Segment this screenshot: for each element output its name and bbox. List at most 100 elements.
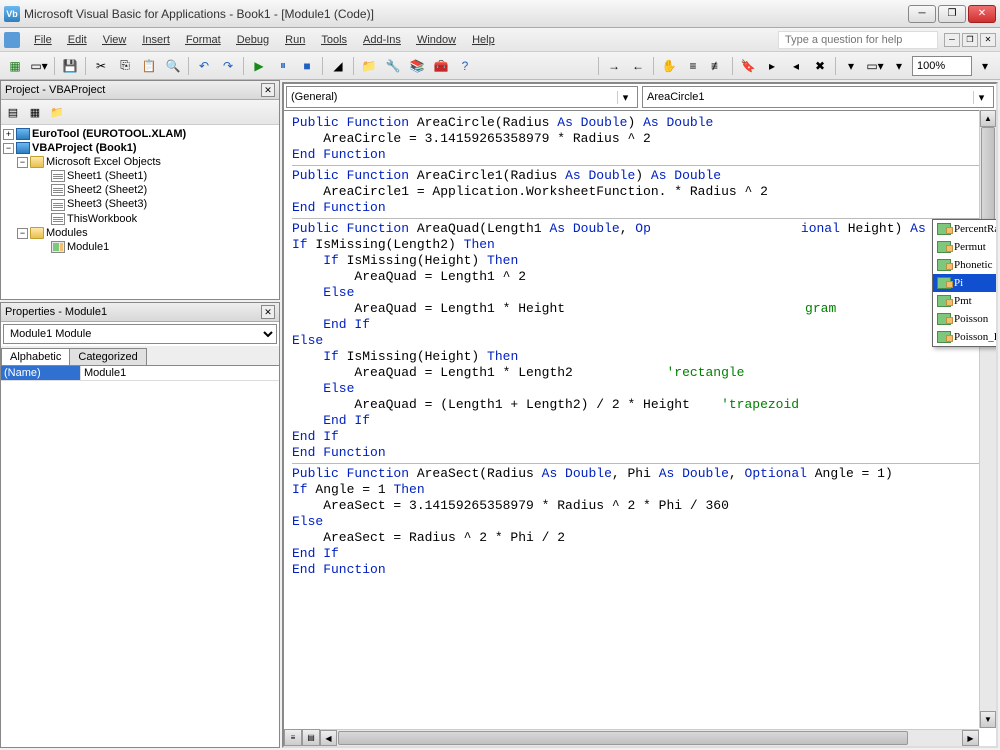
tree-node-sheet1[interactable]: Sheet1 (Sheet1) [3,169,277,183]
minimize-button[interactable]: ─ [908,5,936,23]
menu-debug[interactable]: Debug [229,32,277,48]
tree-node-modules[interactable]: −Modules [3,226,277,240]
scroll-up-button[interactable]: ▲ [980,110,996,127]
tb-extra1-button[interactable]: ▾ [840,55,862,77]
cut-button[interactable]: ✂ [90,55,112,77]
indent-button[interactable]: → [603,55,625,77]
intellisense-item[interactable]: Poisson [933,310,996,328]
toolbox-button[interactable]: 🧰 [430,55,452,77]
design-mode-button[interactable]: ◢ [327,55,349,77]
scroll-left-button[interactable]: ◀ [320,730,337,746]
next-bookmark-button[interactable]: ▸ [761,55,783,77]
bookmark-button[interactable]: 🔖 [737,55,759,77]
procedure-view-button[interactable]: ≡ [284,729,302,746]
menu-view[interactable]: View [95,32,135,48]
scroll-right-button[interactable]: ▶ [962,730,979,746]
intellisense-item[interactable]: Phonetic [933,256,996,274]
play-icon: ▶ [254,59,263,73]
scroll-thumb[interactable] [981,127,995,227]
zoom-combo[interactable] [912,56,972,76]
tree-node-sheet2[interactable]: Sheet2 (Sheet2) [3,183,277,197]
view-object-button[interactable]: ▦ [25,102,45,122]
intellisense-item-selected[interactable]: Pi [933,274,996,292]
menu-window[interactable]: Window [409,32,464,48]
run-button[interactable]: ▶ [248,55,270,77]
maximize-button[interactable]: ❐ [938,5,966,23]
toggle-folders-button[interactable]: 📁 [47,102,67,122]
object-browser-button[interactable]: 📚 [406,55,428,77]
menu-file[interactable]: File [26,32,60,48]
tree-node-excel-objects[interactable]: −Microsoft Excel Objects [3,155,277,169]
mdi-close-button[interactable]: ✕ [980,33,996,47]
save-button[interactable]: 💾 [59,55,81,77]
intellisense-item[interactable]: Permut [933,238,996,256]
browser-icon: 📚 [410,59,425,73]
horizontal-scrollbar[interactable]: ◀ ▶ [320,729,979,746]
tree-node-eurotool[interactable]: +EuroTool (EUROTOOL.XLAM) [3,127,277,141]
full-module-view-button[interactable]: ▤ [302,729,320,746]
help-search-input[interactable] [778,31,938,49]
project-explorer-button[interactable]: 📁 [358,55,380,77]
redo-button[interactable]: ↷ [217,55,239,77]
undo-button[interactable]: ↶ [193,55,215,77]
procedure-dropdown[interactable]: AreaCircle1▾ [642,86,994,108]
breakpoint-button[interactable]: ✋ [658,55,680,77]
prev-bookmark-button[interactable]: ◂ [785,55,807,77]
vertical-scrollbar[interactable]: ▲ ▼ [979,110,996,728]
menu-insert[interactable]: Insert [134,32,178,48]
project-panel-close-button[interactable]: ✕ [261,83,275,97]
method-icon [937,295,951,307]
intellisense-item[interactable]: PercentRank_Inc [933,220,996,238]
tab-categorized[interactable]: Categorized [69,348,146,365]
properties-button[interactable]: 🔧 [382,55,404,77]
reset-button[interactable]: ■ [296,55,318,77]
clear-bookmarks-button[interactable]: ✖ [809,55,831,77]
intellisense-popup[interactable]: PercentRank_Inc Permut Phonetic Pi Pmt P… [932,219,996,347]
tree-node-module1[interactable]: Module1 [3,240,277,254]
find-button[interactable]: 🔍 [162,55,184,77]
properties-panel-title: Properties - Module1 [5,306,261,318]
mdi-restore-button[interactable]: ❐ [962,33,978,47]
menubar: File Edit View Insert Format Debug Run T… [0,28,1000,52]
comment-button[interactable]: ≡ [682,55,704,77]
tb-extra3-button[interactable]: ▾ [888,55,910,77]
mdi-minimize-button[interactable]: ─ [944,33,960,47]
tb-extra2-button[interactable]: ▭▾ [864,55,886,77]
menu-addins[interactable]: Add-Ins [355,32,409,48]
menu-tools[interactable]: Tools [313,32,355,48]
intellisense-item[interactable]: Pmt [933,292,996,310]
insert-dropdown-button[interactable]: ▭▾ [28,55,50,77]
view-excel-button[interactable]: ▦ [4,55,26,77]
excel-icon: ▦ [9,59,20,73]
intellisense-item[interactable]: Poisson_Dist [933,328,996,346]
help-button[interactable]: ? [454,55,476,77]
tree-node-thisworkbook[interactable]: ThisWorkbook [3,212,277,226]
menu-format[interactable]: Format [178,32,229,48]
scroll-thumb[interactable] [338,731,908,745]
properties-object-combo[interactable]: Module1 Module [3,324,277,344]
outdent-button[interactable]: ← [627,55,649,77]
project-tree[interactable]: +EuroTool (EUROTOOL.XLAM) −VBAProject (B… [1,125,279,299]
tree-node-vbaproject[interactable]: −VBAProject (Book1) [3,141,277,155]
toolbar-overflow-button[interactable]: ▾ [974,55,996,77]
properties-panel: Properties - Module1 ✕ Module1 Module Al… [0,302,280,748]
scroll-down-button[interactable]: ▼ [980,711,996,728]
paste-button[interactable]: 📋 [138,55,160,77]
menu-edit[interactable]: Edit [60,32,95,48]
system-menu-icon[interactable] [4,32,20,48]
menu-run[interactable]: Run [277,32,313,48]
uncomment-button[interactable]: ≢ [706,55,728,77]
menu-help[interactable]: Help [464,32,503,48]
close-button[interactable]: ✕ [968,5,996,23]
property-value[interactable]: Module1 [81,366,279,380]
code-editor[interactable]: Public Function AreaCircle(Radius As Dou… [284,111,996,746]
tree-node-sheet3[interactable]: Sheet3 (Sheet3) [3,197,277,211]
properties-grid[interactable]: (Name) Module1 [1,365,279,747]
code-window: (General)▾ AreaCircle1▾ Public Function … [282,82,998,748]
properties-panel-close-button[interactable]: ✕ [261,305,275,319]
copy-button[interactable]: ⎘ [114,55,136,77]
break-button[interactable]: ⏸ [272,55,294,77]
view-code-button[interactable]: ▤ [3,102,23,122]
tab-alphabetic[interactable]: Alphabetic [1,348,70,365]
object-dropdown[interactable]: (General)▾ [286,86,638,108]
